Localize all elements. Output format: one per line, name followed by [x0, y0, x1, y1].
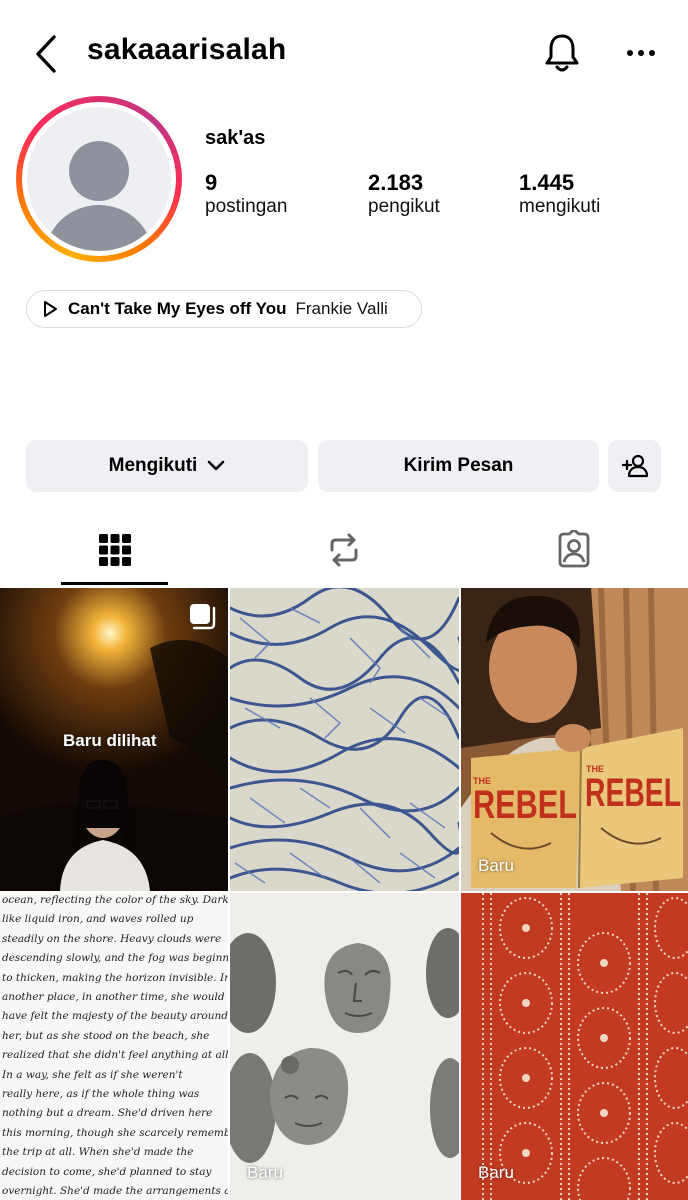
post-image: [230, 588, 459, 891]
chevron-down-icon: [208, 460, 225, 471]
handwritten-line: steadily on the shore. Heavy clouds were: [2, 932, 222, 945]
book-title-left: REBEL: [473, 783, 577, 827]
more-horizontal-icon[interactable]: [622, 44, 660, 62]
post-tile[interactable]: THE REBEL THE REBEL Baru: [461, 588, 688, 891]
display-name: sak'as: [205, 127, 266, 149]
post-tile[interactable]: Baru dilihat: [0, 588, 228, 891]
following-count: 1.445: [519, 170, 575, 195]
profile-music-pill[interactable]: Can't Take My Eyes off You Frankie Valli: [26, 290, 422, 328]
play-icon: [44, 301, 57, 317]
new-label: Baru: [247, 1163, 283, 1182]
message-button-label: Kirim Pesan: [403, 455, 514, 476]
following-button[interactable]: Mengikuti: [26, 440, 308, 492]
bell-icon[interactable]: [542, 32, 582, 74]
handwritten-line: to thicken, making the horizon invisible…: [2, 971, 228, 984]
song-artist: Frankie Valli: [295, 299, 388, 318]
followers-count: 2.183: [368, 170, 424, 195]
handwritten-line: her, but as she stood on the beach, she: [2, 1029, 210, 1042]
handwritten-line: really here, as if the whole thing was: [2, 1088, 200, 1101]
grid-icon[interactable]: [95, 530, 135, 570]
handwritten-line: like liquid iron, and waves rolled up: [2, 913, 194, 926]
handwritten-line: ocean, reflecting the color of the sky. …: [2, 894, 228, 906]
handwritten-line: overnight. She'd made the arrangements a: [2, 1185, 228, 1198]
profile-username: sakaaarisalah: [87, 33, 287, 66]
handwritten-line: decision to come, she'd planned to stay: [2, 1165, 212, 1178]
default-avatar-icon: [45, 141, 153, 251]
posts-label: postingan: [205, 196, 288, 217]
followers-stat[interactable]: 2.183 pengikut: [368, 170, 440, 218]
tagged-icon[interactable]: [554, 530, 594, 570]
posts-stat[interactable]: 9 postingan: [205, 170, 287, 218]
active-tab-indicator: [61, 582, 168, 585]
chevron-left-icon[interactable]: [30, 34, 64, 74]
book-title-right: REBEL: [585, 771, 681, 815]
post-image: [230, 893, 459, 1200]
post-tile[interactable]: [230, 588, 459, 891]
multiple-posts-icon: [190, 604, 216, 630]
handwritten-line: descending slowly, and the fog was begin…: [2, 952, 228, 965]
following-button-label: Mengikuti: [108, 455, 198, 476]
followers-label: pengikut: [368, 196, 440, 217]
handwritten-line: nothing but a dream. She'd driven here: [2, 1107, 213, 1120]
new-label: Baru: [478, 1163, 514, 1182]
post-tile[interactable]: ocean, reflecting the color of the sky. …: [0, 893, 228, 1200]
post-tile[interactable]: Baru: [461, 893, 688, 1200]
handwritten-line: another place, in another time, she woul…: [2, 991, 225, 1004]
new-label: Baru: [478, 856, 514, 875]
post-image: THE REBEL THE REBEL: [461, 588, 688, 891]
add-user-button[interactable]: [608, 440, 661, 492]
avatar: [27, 107, 171, 251]
following-label: mengikuti: [519, 196, 601, 217]
following-stat[interactable]: 1.445 mengikuti: [519, 170, 600, 218]
handwritten-line: realized that she didn't feel anything a…: [2, 1049, 228, 1062]
handwritten-line: the trip at all. When she'd made the: [2, 1146, 194, 1159]
handwritten-line: this morning, though she scarcely rememb…: [2, 1126, 228, 1139]
handwritten-line: In a way, she felt as if she weren't: [2, 1068, 183, 1081]
posts-count: 9: [205, 170, 218, 195]
handwritten-text: ocean, reflecting the color of the sky. …: [2, 893, 228, 1200]
avatar-story-ring[interactable]: [16, 96, 182, 262]
message-button[interactable]: Kirim Pesan: [318, 440, 599, 492]
recently-viewed-label: Baru dilihat: [63, 731, 157, 750]
repost-icon[interactable]: [324, 530, 364, 570]
song-title: Can't Take My Eyes off You: [68, 299, 287, 318]
post-tile[interactable]: Baru: [230, 893, 459, 1200]
handwritten-line: have felt the majesty of the beauty arou…: [2, 1010, 228, 1023]
add-user-icon: [621, 454, 648, 478]
post-image: [461, 893, 688, 1200]
